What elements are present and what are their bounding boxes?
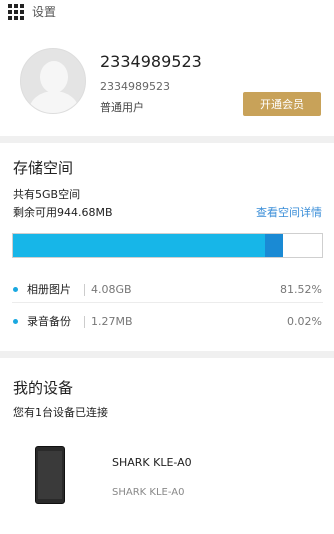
usage-percent: 81.52% — [280, 283, 322, 296]
usage-row-audio[interactable]: 录音备份 1.27MB 0.02% — [0, 307, 334, 337]
devices-title: 我的设备 — [13, 379, 74, 397]
separator — [84, 284, 85, 296]
profile-account-id: 2334989523 — [100, 80, 170, 93]
grid-menu-icon[interactable] — [8, 4, 24, 20]
usage-size: 1.27MB — [91, 315, 133, 328]
default-avatar-icon[interactable] — [20, 48, 86, 114]
device-name[interactable]: SHARK KLE-A0 — [112, 456, 192, 470]
bullet-icon — [13, 287, 18, 292]
profile-card: 2334989523 2334989523 普通用户 开通会员 — [0, 24, 334, 136]
storage-detail-link[interactable]: 查看空间详情 — [256, 206, 322, 220]
bullet-icon — [13, 319, 18, 324]
usage-row-photos[interactable]: 相册图片 4.08GB 81.52% — [0, 275, 334, 305]
storage-panel: 存储空间 共有5GB空间 剩余可用944.68MB 查看空间详情 相册图片 4.… — [0, 143, 334, 351]
profile-name: 2334989523 — [100, 52, 202, 71]
divider — [12, 302, 323, 303]
header-bar: 设置 — [0, 0, 334, 24]
usage-size: 4.08GB — [91, 283, 132, 296]
open-vip-button[interactable]: 开通会员 — [243, 92, 321, 116]
usage-name: 相册图片 — [27, 283, 71, 296]
storage-usage-bar — [12, 233, 323, 258]
phone-icon[interactable] — [35, 446, 65, 504]
devices-panel: 我的设备 您有1台设备已连接 SHARK KLE-A0 SHARK KLE-A0 — [0, 358, 334, 534]
profile-role: 普通用户 — [100, 101, 144, 114]
usage-bar-audio — [264, 234, 284, 257]
storage-title: 存储空间 — [13, 159, 74, 177]
usage-name: 录音备份 — [27, 315, 71, 328]
separator — [84, 316, 85, 328]
devices-subtitle: 您有1台设备已连接 — [13, 406, 108, 419]
device-model: SHARK KLE-A0 — [112, 487, 185, 498]
storage-total: 共有5GB空间 — [13, 188, 81, 201]
page-title: 设置 — [32, 5, 57, 19]
usage-percent: 0.02% — [287, 315, 322, 328]
usage-bar-photos — [13, 234, 265, 257]
storage-remaining: 剩余可用944.68MB — [13, 206, 113, 219]
